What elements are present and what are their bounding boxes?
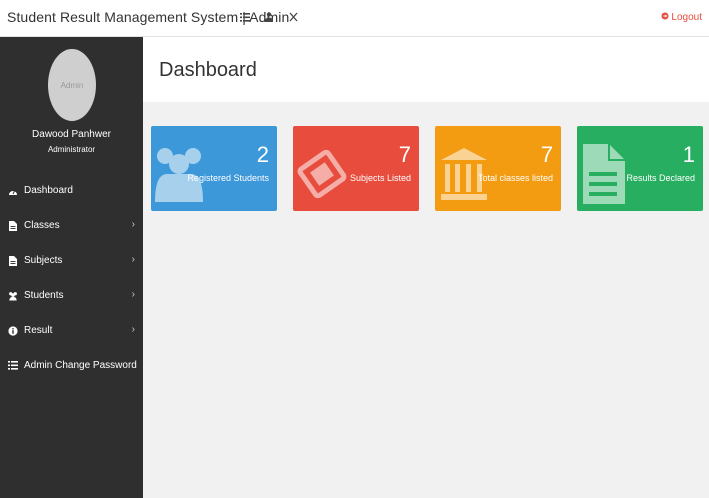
sidebar-item-label: Classes	[24, 220, 60, 231]
file-icon	[583, 144, 625, 204]
stat-label: Total classes listed	[477, 173, 553, 183]
stat-label: Results Declared	[626, 173, 695, 183]
stat-card-registered-students[interactable]: 2 Registered Students	[151, 126, 277, 211]
chevron-right-icon: ›	[131, 324, 135, 335]
sidebar-item-label: Dashboard	[24, 185, 73, 196]
file-icon	[8, 255, 18, 266]
sidebar-item-label: Result	[24, 325, 53, 336]
close-icon[interactable]	[286, 10, 300, 24]
topbar-icons	[238, 10, 300, 24]
user-icon[interactable]	[262, 10, 276, 24]
stat-card-results-declared[interactable]: 1 Results Declared	[577, 126, 703, 211]
stat-value: 7	[398, 142, 411, 167]
page-title: Dashboard	[159, 59, 257, 81]
sidebar-item-dashboard[interactable]: Dashboard	[0, 173, 143, 208]
stat-card-subjects-listed[interactable]: 7 Subjects Listed	[293, 126, 419, 211]
stat-card-total-classes[interactable]: 7 Total classes listed	[435, 126, 561, 211]
stat-label: Registered Students	[187, 173, 269, 183]
stat-value: 7	[540, 142, 553, 167]
avatar-text: Admin	[60, 80, 84, 90]
list-icon[interactable]	[238, 10, 252, 24]
info-icon	[8, 325, 18, 336]
chevron-right-icon: ›	[131, 254, 135, 265]
sidebar: Admin Dawood Panhwer Administrator Dashb…	[0, 37, 143, 498]
chevron-right-icon: ›	[131, 219, 135, 230]
logout-label: Logout	[671, 12, 702, 23]
file-icon	[8, 220, 18, 231]
sidebar-item-label: Admin Change Password	[24, 360, 137, 371]
avatar: Admin	[48, 49, 96, 121]
sidebar-item-result[interactable]: Result ›	[0, 313, 143, 348]
user-role: Administrator	[47, 145, 96, 154]
top-navbar: Student Result Management System | Admin…	[0, 0, 709, 37]
sidebar-item-label: Subjects	[24, 255, 63, 266]
logout-icon	[661, 12, 669, 23]
list-icon	[8, 361, 18, 371]
stat-label: Subjects Listed	[349, 173, 411, 183]
user-name: Dawood Panhwer	[32, 129, 111, 140]
dashboard-icon	[8, 186, 18, 196]
sidebar-item-subjects[interactable]: Subjects ›	[0, 243, 143, 278]
ticket-icon	[297, 149, 347, 199]
users-icon	[8, 291, 18, 301]
page-header: Dashboard	[143, 37, 709, 102]
sidebar-nav: Dashboard Classes › Subjects › Students …	[0, 173, 143, 383]
sidebar-item-classes[interactable]: Classes ›	[0, 208, 143, 243]
sidebar-item-admin-change-password[interactable]: Admin Change Password	[0, 348, 143, 383]
sidebar-item-label: Students	[24, 290, 64, 301]
sidebar-item-students[interactable]: Students ›	[0, 278, 143, 313]
stat-value: 1	[682, 142, 695, 167]
chevron-right-icon: ›	[131, 289, 135, 300]
stat-value: 2	[256, 142, 269, 167]
logout-link[interactable]: Logout	[661, 12, 702, 23]
